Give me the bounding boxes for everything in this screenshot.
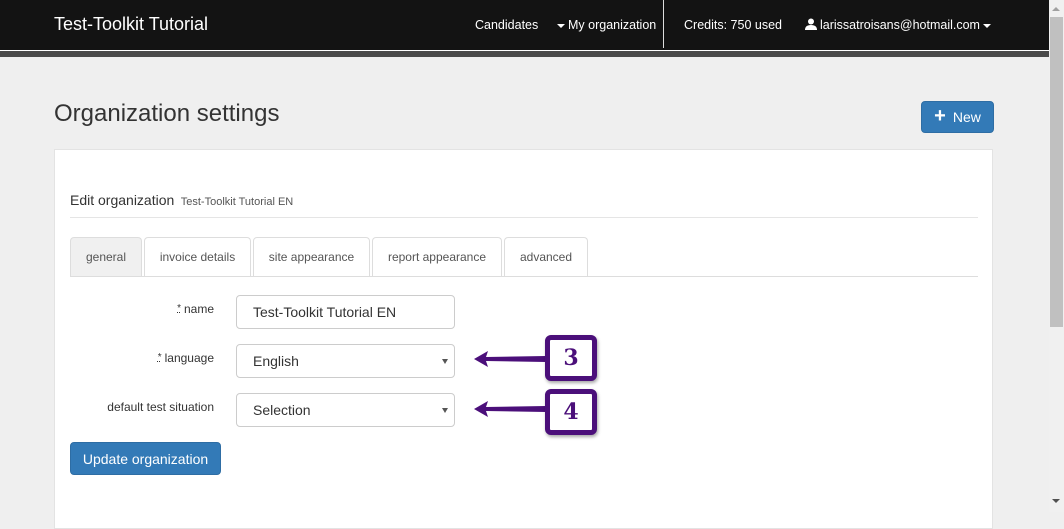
situation-select-value: Selection <box>253 402 311 418</box>
brand-logo[interactable]: Test-Toolkit Tutorial <box>54 14 208 35</box>
nav-my-organization[interactable]: My organization <box>554 18 656 32</box>
required-marker: * <box>177 303 181 314</box>
annotation-arrow-3-icon <box>474 351 546 367</box>
tab-advanced[interactable]: advanced <box>504 237 588 276</box>
edit-organization-panel: Edit organization Test-Toolkit Tutorial … <box>54 149 993 529</box>
nav-divider <box>663 0 664 48</box>
new-button-label: New <box>952 109 981 125</box>
page-title: Organization settings <box>54 100 280 127</box>
tab-site-appearance[interactable]: site appearance <box>253 237 370 276</box>
tab-report-appearance[interactable]: report appearance <box>372 237 502 276</box>
new-button[interactable]: + New <box>921 101 994 133</box>
settings-tabs: general invoice details site appearance … <box>70 237 978 277</box>
annotation-callout-4: 4 <box>545 389 597 435</box>
panel-header: Edit organization Test-Toolkit Tutorial … <box>70 192 978 218</box>
required-marker: * <box>157 352 162 363</box>
default-test-situation-label: default test situation <box>107 400 214 414</box>
nav-credits[interactable]: Credits: 750 used <box>684 18 782 32</box>
tab-general[interactable]: general <box>70 237 142 276</box>
dropdown-arrow-icon <box>442 408 448 413</box>
navbar-shadow-band <box>0 51 1049 57</box>
user-email: larissatroisans@hotmail.com <box>820 18 980 32</box>
scroll-down-arrow-icon[interactable] <box>1052 499 1060 503</box>
annotation-arrow-4-icon <box>474 401 546 417</box>
vertical-scrollbar[interactable] <box>1049 0 1064 512</box>
name-input[interactable]: Test-Toolkit Tutorial EN <box>236 295 455 329</box>
update-organization-button[interactable]: Update organization <box>70 442 221 475</box>
plus-icon: + <box>934 105 946 127</box>
panel-subtitle: Test-Toolkit Tutorial EN <box>180 196 294 208</box>
caret-down-icon <box>982 23 991 28</box>
tab-invoice-details[interactable]: invoice details <box>144 237 251 276</box>
name-label-text: name <box>183 302 214 316</box>
name-input-value: Test-Toolkit Tutorial EN <box>253 304 397 320</box>
top-navbar: Test-Toolkit Tutorial Candidates My orga… <box>0 0 1049 50</box>
nav-candidates[interactable]: Candidates <box>475 18 538 32</box>
annotation-callout-3: 3 <box>545 335 597 381</box>
default-test-situation-select[interactable]: Selection <box>236 393 455 427</box>
panel-title: Edit organization <box>70 192 175 208</box>
language-label: * language <box>158 351 214 365</box>
language-label-text: language <box>164 351 214 365</box>
nav-user-menu[interactable]: larissatroisans@hotmail.com <box>805 18 994 32</box>
language-select-value: English <box>253 353 299 369</box>
scroll-thumb[interactable] <box>1050 17 1063 327</box>
language-select[interactable]: English <box>236 344 455 378</box>
caret-down-icon <box>557 23 565 28</box>
nav-my-organization-label: My organization <box>568 18 657 32</box>
name-label: * name <box>177 302 214 316</box>
scroll-up-arrow-icon[interactable] <box>1052 7 1060 11</box>
user-icon <box>805 18 817 30</box>
dropdown-arrow-icon <box>442 359 448 364</box>
